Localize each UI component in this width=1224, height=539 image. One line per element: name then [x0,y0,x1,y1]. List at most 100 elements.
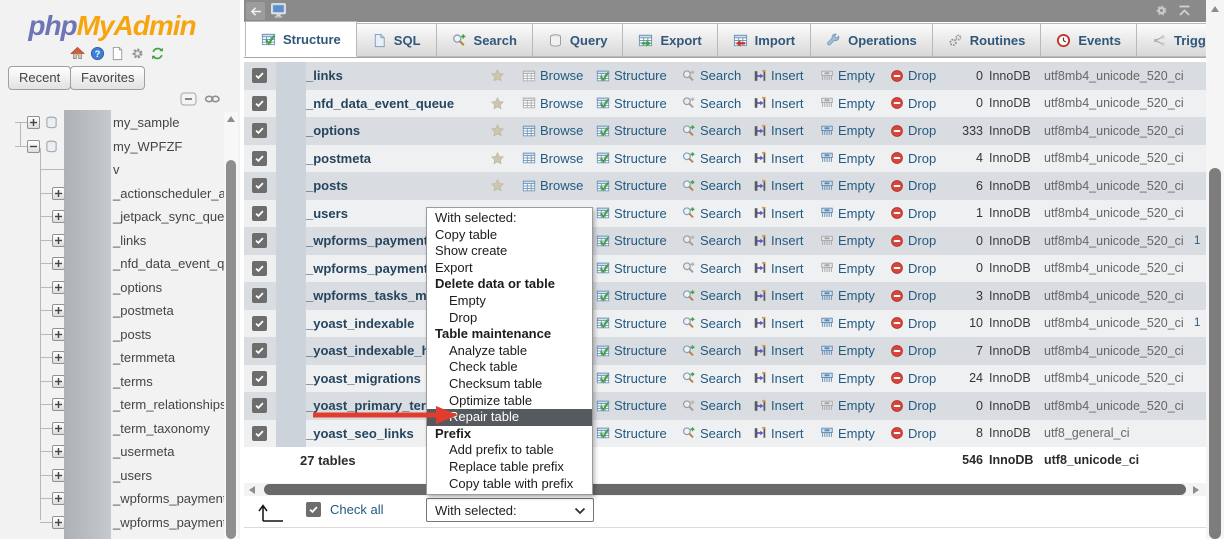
tree-item-my_WPFZF[interactable]: my_WPFZF [0,135,224,159]
drop-action[interactable]: Drop [890,227,936,255]
search-action[interactable]: Search [682,420,741,448]
empty-action[interactable]: Empty [820,337,875,365]
favorite-star-icon[interactable] [490,90,505,118]
structure-action[interactable]: Structure [596,200,667,228]
drop-action[interactable]: Drop [890,420,936,448]
tree-item-_wpforms_tasks_m[interactable]: _wpforms_tasks_m [0,534,225,539]
search-action[interactable]: Search [682,172,741,200]
search-action[interactable]: Search [682,145,741,173]
menu-item-export[interactable]: Export [427,260,592,277]
structure-action[interactable]: Structure [596,145,667,173]
row-checkbox[interactable] [252,260,267,276]
structure-action[interactable]: Structure [596,365,667,393]
row-checkbox[interactable] [252,370,267,386]
empty-action[interactable]: Empty [820,90,875,118]
structure-action[interactable]: Structure [596,420,667,448]
drop-action[interactable]: Drop [890,392,936,420]
table-name-link[interactable]: _options [306,123,360,138]
search-action[interactable]: Search [682,90,741,118]
structure-action[interactable]: Structure [596,337,667,365]
empty-action[interactable]: Empty [820,282,875,310]
tree-expander-minus-icon[interactable] [27,139,40,153]
favorite-star-icon[interactable] [490,62,505,90]
row-checkbox[interactable] [252,150,267,166]
insert-action[interactable]: Insert [753,117,804,145]
drop-action[interactable]: Drop [890,255,936,283]
empty-action[interactable]: Empty [820,310,875,338]
search-action[interactable]: Search [682,365,741,393]
main-vertical-scrollbar[interactable] [1206,0,1224,539]
browse-action[interactable]: Browse [522,145,583,173]
server-icon[interactable] [270,2,288,22]
insert-action[interactable]: Insert [753,255,804,283]
favorite-star-icon[interactable] [490,172,505,200]
row-checkbox[interactable] [252,123,267,139]
tree-item-_wpforms_payment[interactable]: _wpforms_payment [0,487,226,511]
tab-sql[interactable]: SQL [355,23,437,57]
search-action[interactable]: Search [682,337,741,365]
table-name-link[interactable]: _yoast_seo_links [306,426,414,441]
table-name-link[interactable]: _links [306,68,343,83]
row-checkbox[interactable] [252,315,267,331]
empty-action[interactable]: Empty [820,392,875,420]
structure-action[interactable]: Structure [596,282,667,310]
collapse-console-icon[interactable] [1177,4,1192,20]
search-action[interactable]: Search [682,255,741,283]
menu-item-checksum-table[interactable]: Checksum table [427,376,592,393]
menu-item-optimize-table[interactable]: Optimize table [427,393,592,410]
drop-action[interactable]: Drop [890,90,936,118]
table-name-link[interactable]: _posts [306,178,348,193]
table-name-link[interactable]: _wpforms_payment [306,233,428,248]
structure-action[interactable]: Structure [596,172,667,200]
row-checkbox[interactable] [252,398,267,414]
horizontal-scrollbar[interactable] [244,483,1206,496]
browse-action[interactable]: Browse [522,117,583,145]
menu-item-empty[interactable]: Empty [427,293,592,310]
menu-item-replace-table-prefix[interactable]: Replace table prefix [427,459,592,476]
search-action[interactable]: Search [682,200,741,228]
search-action[interactable]: Search [682,282,741,310]
tab-operations[interactable]: Operations [810,23,933,57]
structure-action[interactable]: Structure [596,392,667,420]
structure-action[interactable]: Structure [596,90,667,118]
table-name-link[interactable]: _users [306,206,348,221]
tab-events[interactable]: Events [1040,23,1137,57]
row-checkbox[interactable] [252,178,267,194]
tab-structure[interactable]: Structure [245,21,357,57]
insert-action[interactable]: Insert [753,90,804,118]
drop-action[interactable]: Drop [890,200,936,228]
empty-action[interactable]: Empty [820,145,875,173]
search-action[interactable]: Search [682,227,741,255]
empty-action[interactable]: Empty [820,420,875,448]
tree-item-_jetpack_sync_quer[interactable]: _jetpack_sync_quer [0,205,229,229]
favorite-star-icon[interactable] [490,145,505,173]
empty-action[interactable]: Empty [820,62,875,90]
insert-action[interactable]: Insert [753,420,804,448]
insert-action[interactable]: Insert [753,310,804,338]
insert-action[interactable]: Insert [753,227,804,255]
check-all-control[interactable]: Check all [306,502,383,517]
scroll-right-arrow-icon[interactable] [1193,486,1199,494]
drop-action[interactable]: Drop [890,172,936,200]
tree-item-_term_taxonomy[interactable]: _term_taxonomy [0,417,224,441]
sidebar-scroll-thumb[interactable] [226,160,236,539]
tab-search[interactable]: Search [435,23,533,57]
insert-action[interactable]: Insert [753,172,804,200]
menu-item-copy-table[interactable]: Copy table [427,227,592,244]
structure-action[interactable]: Structure [596,227,667,255]
search-action[interactable]: Search [682,117,741,145]
menu-item-add-prefix-to-table[interactable]: Add prefix to table [427,442,592,459]
insert-action[interactable]: Insert [753,337,804,365]
structure-action[interactable]: Structure [596,310,667,338]
tab-import[interactable]: Import [716,23,812,57]
tree-item-_terms[interactable]: _terms [0,370,224,394]
tree-item-v[interactable]: v [0,158,224,182]
tab-routines[interactable]: Routines [931,23,1042,57]
menu-item-show-create[interactable]: Show create [427,243,592,260]
empty-action[interactable]: Empty [820,255,875,283]
browse-action[interactable]: Browse [522,172,583,200]
insert-action[interactable]: Insert [753,200,804,228]
with-selected-select[interactable]: With selected: [426,498,594,522]
table-name-link[interactable]: _yoast_migrations [306,371,421,386]
search-action[interactable]: Search [682,62,741,90]
